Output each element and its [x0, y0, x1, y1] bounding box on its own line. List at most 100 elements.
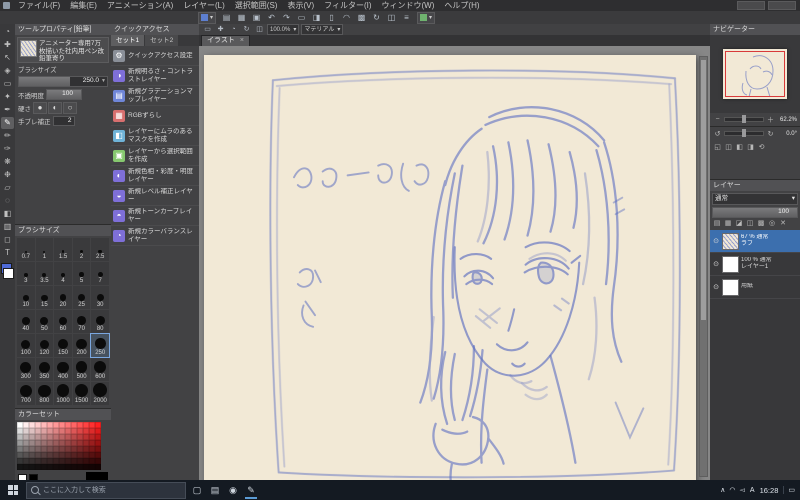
zoom-view-icon[interactable]: ◔: [228, 25, 239, 35]
airbrush-tool[interactable]: ❋: [1, 156, 14, 168]
layer-visible-icon[interactable]: ⊙: [712, 283, 720, 291]
brush-size-preset[interactable]: 1500: [72, 382, 91, 405]
brush-size-preset[interactable]: 700: [17, 382, 35, 405]
menu-item[interactable]: フィルター(I): [319, 0, 376, 11]
pencil-tool[interactable]: ✏: [1, 130, 14, 142]
opacity-slider[interactable]: 100: [46, 89, 82, 100]
brush-size-preset[interactable]: 250: [90, 333, 110, 358]
canvas-tab[interactable]: イラスト ×: [201, 35, 250, 46]
brush-size-preset[interactable]: 400: [54, 358, 72, 381]
navigator-thumbnail[interactable]: [723, 49, 787, 99]
layer-row[interactable]: ⊙ 67 % 通常 ラフ: [710, 230, 800, 253]
brush-size-preset[interactable]: 40: [17, 310, 35, 333]
gradient-tool[interactable]: ▥: [1, 221, 14, 233]
new-file-icon[interactable]: ▤: [220, 12, 233, 23]
qa-uneven-mask[interactable]: ◧ レイヤーにムラのあるマスクを作成: [111, 126, 199, 146]
menu-item[interactable]: 選択範囲(S): [230, 0, 283, 11]
task-view-icon[interactable]: ▢: [188, 481, 206, 499]
brush-tool[interactable]: ✑: [1, 143, 14, 155]
canvas-vertical-scrollbar[interactable]: [699, 56, 708, 477]
zoom-out-icon[interactable]: −: [713, 116, 722, 123]
menu-item[interactable]: レイヤー(L): [178, 0, 230, 11]
taskbar-search[interactable]: ここに入力して検索: [26, 481, 186, 499]
layer-visible-icon[interactable]: ⊙: [712, 237, 720, 245]
pen-tool[interactable]: ✎: [1, 117, 14, 129]
snap-grid-icon[interactable]: ▩: [355, 12, 368, 23]
snap-ruler-icon[interactable]: ◠: [340, 12, 353, 23]
menu-item[interactable]: アニメーション(A): [102, 0, 178, 11]
navigator-view-frame[interactable]: [725, 51, 785, 97]
auto-select-tool[interactable]: ✦: [1, 91, 14, 103]
selection-border-icon[interactable]: ▯: [325, 12, 338, 23]
flip-vertical-icon[interactable]: ◨: [746, 143, 755, 151]
quick-access-tab[interactable]: セット1: [111, 35, 145, 46]
close-tab-icon[interactable]: ×: [240, 36, 244, 46]
text-tool[interactable]: T: [1, 247, 14, 259]
decoration-tool[interactable]: ❉: [1, 169, 14, 181]
qa-rgb-shift[interactable]: ▦ RGBずらし: [111, 106, 199, 126]
drawing-canvas[interactable]: [204, 55, 696, 480]
move-tool[interactable]: ✚: [1, 39, 14, 51]
invert-selection-icon[interactable]: ◨: [310, 12, 323, 23]
hand-view-icon[interactable]: ✚: [215, 25, 226, 35]
selection-tool[interactable]: ▭: [1, 78, 14, 90]
layer-opacity-slider[interactable]: 100: [712, 207, 798, 218]
brush-size-preset[interactable]: 7: [91, 262, 109, 285]
brush-size-preset[interactable]: 1000: [54, 382, 72, 405]
brush-size-preset[interactable]: 15: [35, 286, 54, 309]
menu-item[interactable]: 編集(E): [65, 0, 102, 11]
zoom-combo[interactable]: 100.0% ▾: [267, 24, 300, 35]
network-icon[interactable]: ◠: [729, 486, 735, 494]
brush-size-preset[interactable]: 200: [72, 334, 91, 357]
brush-size-preset[interactable]: 0.7: [17, 238, 35, 261]
hardness-option-icon[interactable]: ●: [33, 102, 47, 114]
menu-item[interactable]: ウィンドウ(W): [377, 0, 440, 11]
open-file-icon[interactable]: ▦: [235, 12, 248, 23]
blend-tool[interactable]: ◌: [1, 195, 14, 207]
hardness-option-icon[interactable]: ○: [63, 102, 77, 114]
hardness-option-icon[interactable]: ◐: [48, 102, 62, 114]
redo-icon[interactable]: ↷: [280, 12, 293, 23]
qa-new-tone-curve-layer[interactable]: ◓ 新規トーンカーブレイヤー: [111, 206, 199, 226]
eyedropper-tool[interactable]: ✒: [1, 104, 14, 116]
brush-size-preset[interactable]: 30: [91, 286, 109, 309]
settings-icon[interactable]: ≡: [400, 12, 413, 23]
flip-view-icon[interactable]: ◫: [385, 12, 398, 23]
brush-size-preset[interactable]: 1.5: [54, 238, 72, 261]
zoom-tool[interactable]: ◔: [1, 26, 14, 38]
scrollbar-thumb[interactable]: [701, 60, 706, 320]
sub-tool-combo[interactable]: ▾: [417, 11, 436, 24]
operation-tool[interactable]: ↖: [1, 52, 14, 64]
brush-size-preset[interactable]: 2.5: [91, 238, 109, 261]
brush-size-preset[interactable]: 2000: [91, 382, 109, 405]
eraser-tool[interactable]: ▱: [1, 182, 14, 194]
deselect-icon[interactable]: ▭: [295, 12, 308, 23]
zoom-in-icon[interactable]: ＋: [766, 115, 775, 125]
navigator-zoom-slider[interactable]: [724, 115, 764, 123]
rotate-view-icon[interactable]: ↻: [241, 25, 252, 35]
current-color-swatch[interactable]: [86, 472, 108, 480]
browser-icon[interactable]: ◉: [224, 481, 242, 499]
reset-view-icon[interactable]: ⟲: [757, 143, 766, 151]
figure-tool[interactable]: ◻: [1, 234, 14, 246]
brush-size-preset[interactable]: 60: [54, 310, 72, 333]
qa-new-level-layer[interactable]: ◒ 新規レベル補正レイヤー: [111, 186, 199, 206]
ime-indicator[interactable]: A: [750, 487, 755, 494]
qa-new-brightness-contrast[interactable]: ◑ 新規明るさ・コントラストレイヤー: [111, 66, 199, 86]
notification-center-icon[interactable]: ▭: [783, 486, 795, 494]
save-file-icon[interactable]: ▣: [250, 12, 263, 23]
background-color-chip[interactable]: [3, 268, 14, 279]
explorer-icon[interactable]: ▤: [206, 481, 224, 499]
workspace-chip[interactable]: [737, 1, 765, 10]
menu-item[interactable]: 表示(V): [282, 0, 319, 11]
brush-size-preset[interactable]: 4: [54, 262, 72, 285]
chevron-down-icon[interactable]: ▼: [101, 77, 106, 85]
fit-to-screen-icon[interactable]: ◱: [713, 143, 722, 151]
new-folder-icon[interactable]: ▦: [723, 219, 733, 229]
stabilization-value[interactable]: 2: [52, 116, 75, 126]
brush-size-preset[interactable]: 100: [17, 334, 35, 357]
object-launcher-icon[interactable]: ▭: [202, 25, 213, 35]
set-as-reference-icon[interactable]: ◎: [767, 219, 777, 229]
brush-size-preset[interactable]: 5: [72, 262, 91, 285]
brush-size-slider[interactable]: 250.0 ▼: [18, 76, 108, 87]
